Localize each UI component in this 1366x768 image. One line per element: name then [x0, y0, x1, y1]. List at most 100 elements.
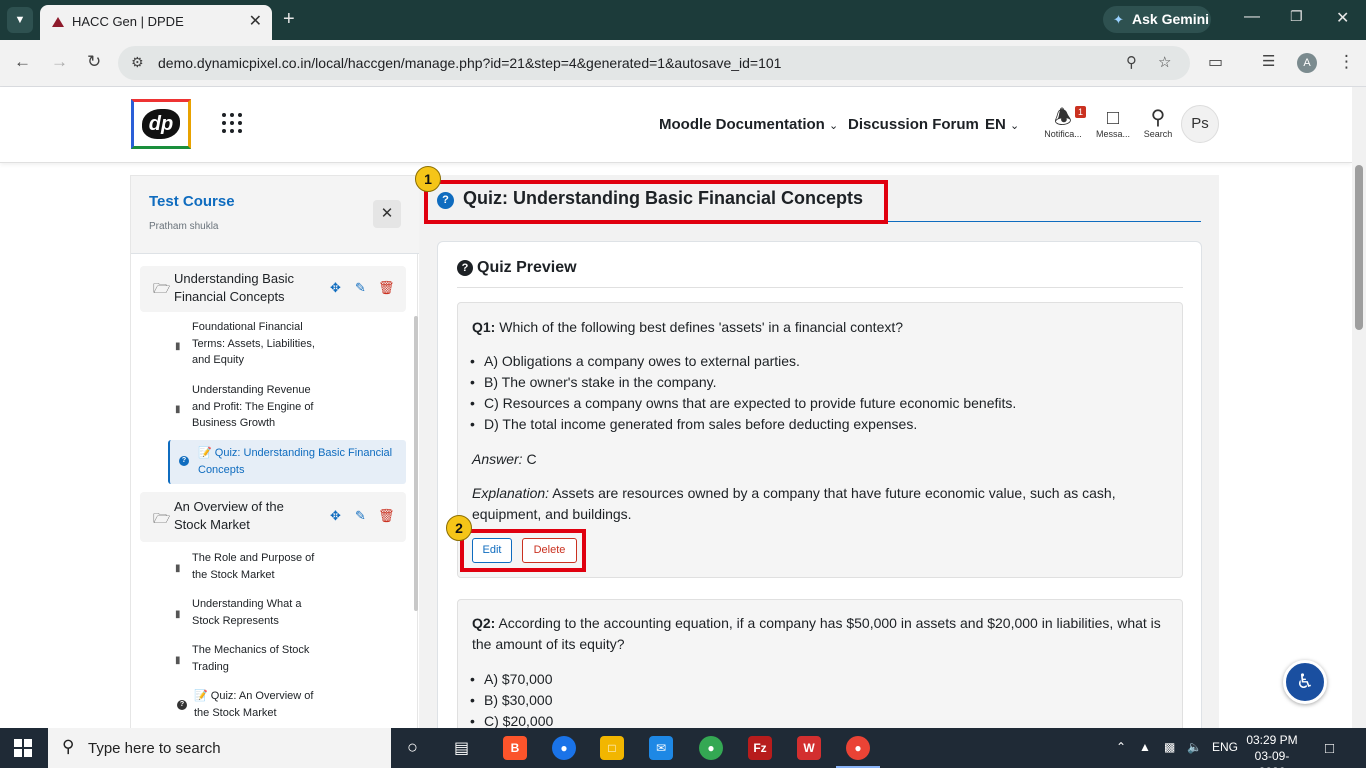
browser-titlebar: ▼ HACC Gen | DPDE ✕ + ✦ Ask Gemini — ❐ ✕ [0, 0, 1366, 40]
drawer-close-button[interactable]: ✕ [373, 200, 401, 228]
chrome-active-icon[interactable]: ● [836, 736, 880, 768]
answer-value: C [526, 451, 537, 467]
activity-item-current[interactable]: ? 📝 Quiz: Understanding Basic Financial … [168, 440, 406, 484]
quiz-icon: ? [177, 700, 187, 710]
messages-button[interactable]: □ Messa... [1092, 107, 1134, 139]
browser-profile-avatar[interactable]: A [1297, 53, 1317, 73]
chrome-profile-icon[interactable]: ● [699, 736, 723, 760]
windows-start-icon[interactable] [14, 739, 32, 757]
search-icon: ⚲ [1150, 107, 1166, 129]
activity-item[interactable]: ▮ The Mechanics of Stock Trading [175, 642, 322, 675]
language-label: EN [985, 116, 1006, 133]
new-tab-icon[interactable]: + [283, 8, 295, 31]
section-title[interactable]: An Overview of the Stock Market [174, 498, 314, 534]
activity-item[interactable]: ▮ Understanding What a Stock Represents [175, 596, 322, 629]
delete-icon[interactable]: 🗑 [378, 508, 395, 524]
ask-gemini-button[interactable]: ✦ Ask Gemini [1103, 6, 1211, 33]
browser-tab-active[interactable]: HACC Gen | DPDE ✕ [40, 5, 272, 40]
language-menu[interactable]: EN ⌄ [985, 116, 1019, 133]
option-item: B) $30,000 [484, 690, 553, 711]
site-info-icon[interactable]: ⚙ [131, 54, 144, 71]
delete-question-button[interactable]: Delete [522, 538, 577, 563]
tab-search-button[interactable]: ▼ [7, 7, 33, 33]
explanation-text: Assets are resources owned by a company … [472, 485, 1116, 522]
edit-question-button[interactable]: Edit [472, 538, 512, 563]
taskbar-search-placeholder: Type here to search [88, 740, 221, 757]
activity-label: Quiz: Understanding Basic Financial Conc… [198, 447, 393, 476]
course-title[interactable]: Test Course [149, 193, 235, 210]
activity-item[interactable]: ▮ Understanding Revenue and Profit: The … [175, 382, 322, 432]
search-icon: ⚲ [62, 737, 75, 756]
answer-label: Answer: [472, 451, 523, 467]
taskbar-clock[interactable]: 03:29 PM 03-09-2026 [1242, 732, 1302, 768]
extensions-icon[interactable]: ▭ [1208, 52, 1223, 72]
option-item: C) Resources a company owns that are exp… [484, 393, 1016, 414]
accessibility-button[interactable]: ♿ [1283, 660, 1327, 704]
activity-label: The Role and Purpose of the Stock Market [192, 552, 315, 581]
delete-icon[interactable]: 🗑 [378, 280, 395, 296]
move-icon[interactable]: ✥ [330, 508, 341, 524]
browser-toolbar: ← → ↻ ⚙ demo.dynamicpixel.co.in/local/ha… [0, 40, 1366, 87]
brave-browser-icon[interactable]: B [503, 736, 527, 760]
page-title-text: Quiz: Understanding Basic Financial Conc… [463, 188, 864, 208]
volume-icon[interactable]: 🔈 [1187, 740, 1202, 754]
filezilla-icon[interactable]: Fz [748, 736, 772, 760]
activity-item[interactable]: ? 📝 Quiz: An Overview of the Stock Marke… [177, 688, 324, 721]
user-avatar[interactable]: Ps [1181, 105, 1219, 143]
quiz-help-icon: ? [437, 192, 454, 209]
zoom-icon[interactable]: ⚲ [1126, 53, 1137, 71]
bookmark-star-icon[interactable]: ☆ [1158, 53, 1171, 71]
address-bar[interactable]: ⚙ demo.dynamicpixel.co.in/local/haccgen/… [118, 46, 1190, 80]
nav-moodle-documentation[interactable]: Moodle Documentation ⌄ [659, 116, 838, 133]
wps-office-icon[interactable]: W [797, 736, 821, 760]
page-icon: ▮ [175, 655, 181, 666]
back-icon[interactable]: ← [14, 52, 31, 72]
address-url[interactable]: demo.dynamicpixel.co.in/local/haccgen/ma… [158, 55, 781, 71]
site-logo[interactable]: dp [131, 99, 191, 149]
taskbar-search[interactable]: ⚲ Type here to search [48, 728, 391, 768]
tab-close-icon[interactable]: ✕ [249, 11, 262, 31]
move-icon[interactable]: ✥ [330, 280, 341, 296]
reload-icon[interactable]: ↻ [87, 52, 101, 72]
section-header[interactable]: 🗁 An Overview of the Stock Market ✥ ✎ 🗑 [140, 492, 406, 542]
drawer-scrollbar[interactable] [414, 316, 418, 611]
file-explorer-icon[interactable]: □ [600, 736, 624, 760]
tray-app-icon[interactable]: ▲ [1139, 740, 1151, 754]
browser-menu-icon[interactable]: ⋮ [1338, 52, 1355, 72]
activity-item[interactable]: ▮ Foundational Financial Terms: Assets, … [175, 319, 322, 369]
question-card: Q2: According to the accounting equation… [457, 599, 1183, 728]
main-content: ? Quiz: Understanding Basic Financial Con… [419, 175, 1219, 728]
explanation: Explanation: Assets are resources owned … [472, 483, 1172, 525]
chevron-down-icon: ⌄ [829, 120, 839, 132]
tray-expand-icon[interactable]: ⌃ [1116, 740, 1126, 754]
cortana-icon[interactable]: ○ [407, 737, 418, 758]
activity-label: Understanding What a Stock Represents [192, 598, 302, 627]
forward-icon[interactable]: → [51, 52, 68, 72]
section-header[interactable]: 🗁 Understanding Basic Financial Concepts… [140, 266, 406, 312]
question-card: Q1: Which of the following best defines … [457, 302, 1183, 578]
edit-icon[interactable]: ✎ [355, 280, 366, 296]
message-icon: □ [1106, 107, 1120, 129]
edit-icon[interactable]: ✎ [355, 508, 366, 524]
search-button[interactable]: ⚲ Search [1140, 107, 1176, 139]
page-scrollbar-thumb[interactable] [1355, 165, 1363, 330]
mail-icon[interactable]: ✉ [649, 736, 673, 760]
gemini-icon: ✦ [1113, 12, 1124, 27]
language-indicator[interactable]: ENG [1212, 740, 1238, 754]
apps-grid-icon[interactable] [222, 113, 242, 133]
nav-discussion-forum[interactable]: Discussion Forum [848, 116, 979, 133]
restore-icon[interactable]: ❐ [1290, 8, 1303, 25]
question-number: Q2: [472, 615, 496, 631]
network-icon[interactable]: ▩ [1164, 740, 1175, 754]
minimize-icon[interactable]: — [1244, 8, 1260, 26]
task-view-icon[interactable]: ▤ [454, 738, 469, 758]
page-scrollbar[interactable] [1352, 87, 1366, 728]
notification-center-icon[interactable]: □ [1325, 740, 1334, 757]
activity-item[interactable]: ▮ The Role and Purpose of the Stock Mark… [175, 550, 322, 583]
option-item: A) Obligations a company owes to externa… [484, 351, 1016, 372]
window-close-icon[interactable]: ✕ [1336, 8, 1349, 28]
media-control-icon[interactable]: ☰ [1262, 52, 1275, 70]
section-title[interactable]: Understanding Basic Financial Concepts [174, 270, 314, 306]
chrome-icon[interactable]: ● [552, 736, 576, 760]
question-number: Q1: [472, 319, 496, 335]
